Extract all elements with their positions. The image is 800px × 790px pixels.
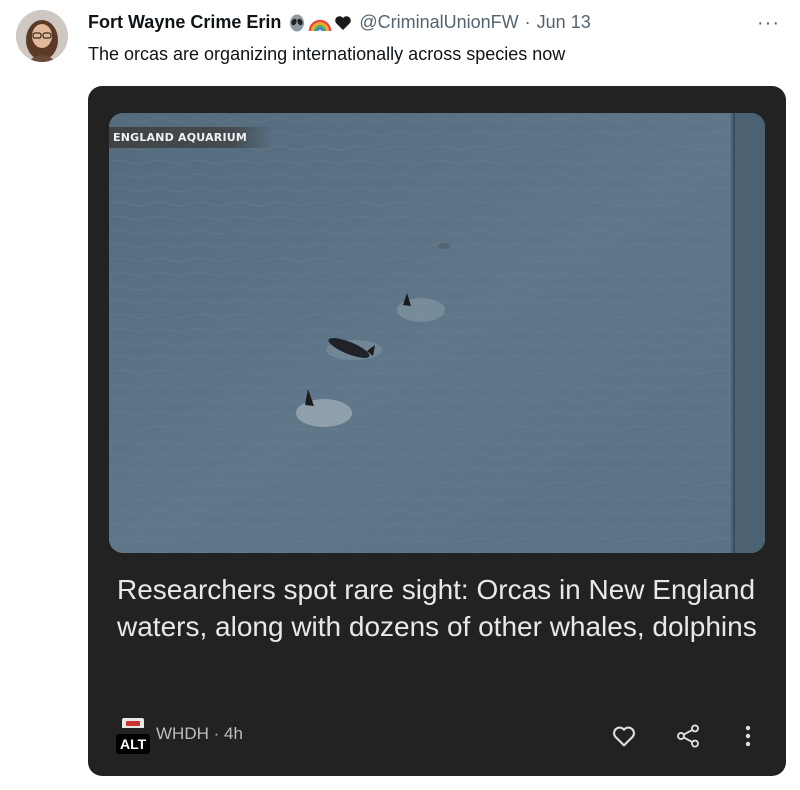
heart-icon[interactable] bbox=[610, 722, 638, 750]
tweet-text: The orcas are organizing internationally… bbox=[88, 44, 566, 64]
handle[interactable]: @CriminalUnionFW bbox=[359, 12, 518, 33]
black-heart-emoji bbox=[335, 15, 352, 30]
name-emojis bbox=[287, 13, 353, 33]
tweet-header: Fort Wayne Crime Erin @CriminalUnionFW ·… bbox=[88, 12, 591, 33]
separator: · bbox=[524, 12, 531, 32]
card-media-image[interactable]: ENGLAND AQUARIUM bbox=[109, 113, 765, 553]
card-headline[interactable]: Researchers spot rare sight: Orcas in Ne… bbox=[117, 571, 767, 645]
tweet-date[interactable]: Jun 13 bbox=[537, 12, 591, 33]
link-card[interactable]: ENGLAND AQUARIUM Researchers spot rare s… bbox=[88, 86, 786, 776]
media-watermark: ENGLAND AQUARIUM bbox=[109, 127, 274, 148]
alt-badge[interactable]: ALT bbox=[116, 734, 151, 754]
source-logo: ALT bbox=[116, 718, 158, 758]
more-options-icon[interactable]: ··· bbox=[757, 12, 780, 35]
card-actions bbox=[610, 722, 758, 750]
display-name[interactable]: Fort Wayne Crime Erin bbox=[88, 12, 281, 33]
source-name[interactable]: WHDH · 4h bbox=[156, 724, 243, 744]
more-vertical-icon[interactable] bbox=[738, 722, 758, 750]
avatar[interactable] bbox=[16, 10, 68, 62]
alien-emoji bbox=[290, 14, 305, 31]
card-footer: ALT WHDH · 4h bbox=[108, 718, 768, 758]
source-logo-icon bbox=[122, 718, 144, 728]
ocean-photo bbox=[109, 113, 765, 553]
share-icon[interactable] bbox=[674, 722, 702, 750]
rainbow-emoji bbox=[309, 19, 332, 31]
